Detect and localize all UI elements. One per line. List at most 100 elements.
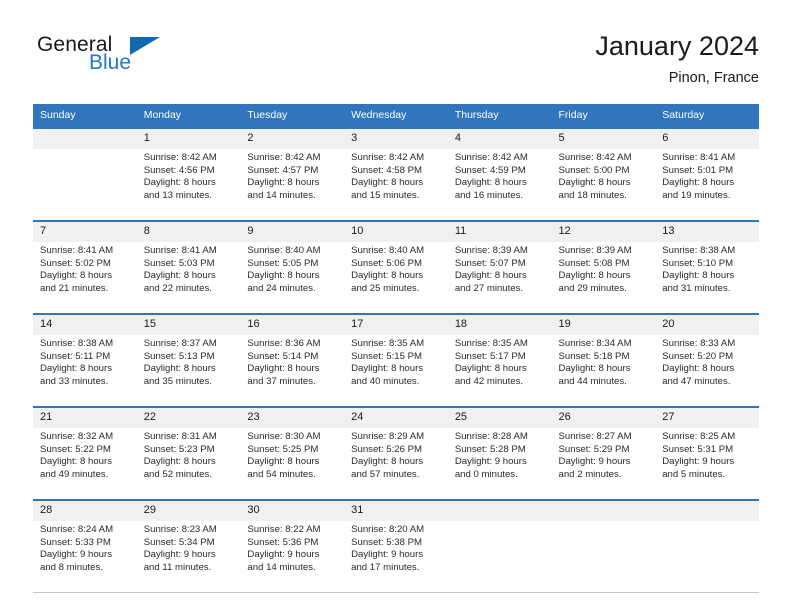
weekday-header-monday: Monday (136, 104, 241, 127)
day-cell-1: Sunrise: 8:42 AM Sunset: 4:56 PM Daylight:… (136, 149, 241, 220)
day-1-daylight2: and 13 minutes. (143, 189, 212, 201)
day-number-8[interactable]: 8 (136, 222, 241, 242)
day-25-daylight1: Daylight: 9 hours (454, 456, 527, 468)
day-2-daylight1: Daylight: 8 hours (247, 177, 320, 189)
day-number-10[interactable]: 10 (344, 222, 448, 242)
day-6-sunrise: Sunrise: 8:41 AM (662, 152, 736, 163)
day-7-daylight2: and 21 minutes. (40, 282, 109, 294)
day-number-22[interactable]: 22 (136, 408, 241, 428)
day-number-13[interactable]: 13 (655, 222, 759, 242)
day-number-20[interactable]: 20 (655, 315, 759, 335)
day-number-7[interactable]: 7 (33, 222, 137, 242)
day-number-11[interactable]: 11 (447, 222, 552, 242)
day-23-sunset: Sunset: 5:25 PM (247, 443, 319, 455)
weekday-header-friday: Friday (551, 104, 656, 127)
day-2-sunrise: Sunrise: 8:42 AM (247, 152, 321, 163)
day-number-1[interactable]: 1 (136, 129, 241, 149)
day-cell-29: Sunrise: 8:23 AM Sunset: 5:34 PM Daylight:… (136, 521, 241, 592)
day-5-sunset: Sunset: 5:00 PM (558, 164, 630, 176)
day-number-14[interactable]: 14 (33, 315, 137, 335)
day-number-15[interactable]: 15 (136, 315, 241, 335)
day-cell-19: Sunrise: 8:34 AM Sunset: 5:18 PM Daylight:… (551, 335, 656, 406)
day-12-sunset: Sunset: 5:08 PM (558, 257, 630, 269)
day-28-sunrise: Sunrise: 8:24 AM (40, 524, 114, 535)
day-6-daylight2: and 19 minutes. (662, 189, 731, 201)
day-number-30[interactable]: 30 (240, 501, 345, 521)
day-cell-15: Sunrise: 8:37 AM Sunset: 5:13 PM Daylight:… (136, 335, 241, 406)
day-cell-22: Sunrise: 8:31 AM Sunset: 5:23 PM Daylight:… (136, 428, 241, 499)
page-header: General Blue January 2024 Pinon, France (33, 30, 759, 98)
day-number-3[interactable]: 3 (344, 129, 448, 149)
calendar-bottom-border (33, 592, 759, 593)
brand-logo[interactable]: General Blue (33, 34, 263, 94)
day-27-daylight1: Daylight: 9 hours (662, 456, 735, 468)
day-21-daylight1: Daylight: 8 hours (40, 456, 112, 468)
day-17-sunrise: Sunrise: 8:35 AM (351, 338, 425, 349)
day-number-21[interactable]: 21 (33, 408, 137, 428)
day-20-sunrise: Sunrise: 8:33 AM (662, 338, 736, 349)
day-number-28[interactable]: 28 (33, 501, 137, 521)
day-number-9[interactable]: 9 (240, 222, 345, 242)
day-number-24[interactable]: 24 (344, 408, 448, 428)
calendar-bottom-border-bar (33, 592, 759, 593)
day-info-row: Sunrise: 8:32 AM Sunset: 5:22 PM Daylight:… (33, 428, 759, 499)
day-number-19[interactable]: 19 (551, 315, 656, 335)
day-27-sunrise: Sunrise: 8:25 AM (662, 431, 736, 442)
day-number-17[interactable]: 17 (344, 315, 448, 335)
day-3-sunrise: Sunrise: 8:42 AM (351, 152, 425, 163)
day-13-daylight1: Daylight: 8 hours (662, 270, 735, 282)
day-number-2[interactable]: 2 (240, 129, 345, 149)
day-number-27[interactable]: 27 (655, 408, 759, 428)
day-number-empty (447, 501, 552, 521)
day-29-daylight2: and 11 minutes. (143, 561, 212, 573)
day-14-sunset: Sunset: 5:11 PM (40, 350, 111, 362)
day-12-daylight2: and 29 minutes. (558, 282, 627, 294)
day-number-31[interactable]: 31 (344, 501, 448, 521)
day-27-sunset: Sunset: 5:31 PM (662, 443, 734, 455)
day-6-sunset: Sunset: 5:01 PM (662, 164, 734, 176)
day-14-daylight1: Daylight: 8 hours (40, 363, 112, 375)
day-11-daylight1: Daylight: 8 hours (454, 270, 527, 282)
day-number-25[interactable]: 25 (447, 408, 552, 428)
day-15-sunrise: Sunrise: 8:37 AM (143, 338, 217, 349)
day-number-29[interactable]: 29 (136, 501, 241, 521)
day-cell-20: Sunrise: 8:33 AM Sunset: 5:20 PM Daylight:… (655, 335, 759, 406)
day-11-daylight2: and 27 minutes. (454, 282, 524, 294)
day-28-sunset: Sunset: 5:33 PM (40, 536, 111, 548)
day-cell-13: Sunrise: 8:38 AM Sunset: 5:10 PM Daylight:… (655, 242, 759, 313)
day-cell-31: Sunrise: 8:20 AM Sunset: 5:38 PM Daylight:… (344, 521, 448, 592)
day-11-sunset: Sunset: 5:07 PM (454, 257, 526, 269)
day-10-daylight1: Daylight: 8 hours (351, 270, 424, 282)
day-30-sunrise: Sunrise: 8:22 AM (247, 524, 321, 535)
day-number-16[interactable]: 16 (240, 315, 345, 335)
day-cell-5: Sunrise: 8:42 AM Sunset: 5:00 PM Daylight:… (551, 149, 656, 220)
day-8-sunset: Sunset: 5:03 PM (143, 257, 215, 269)
day-number-26[interactable]: 26 (551, 408, 656, 428)
day-17-sunset: Sunset: 5:15 PM (351, 350, 423, 362)
day-cell-28: Sunrise: 8:24 AM Sunset: 5:33 PM Daylight:… (33, 521, 137, 592)
day-number-6[interactable]: 6 (655, 129, 759, 149)
day-17-daylight2: and 40 minutes. (351, 375, 420, 387)
day-10-sunset: Sunset: 5:06 PM (351, 257, 423, 269)
day-6-daylight1: Daylight: 8 hours (662, 177, 735, 189)
day-25-sunset: Sunset: 5:28 PM (454, 443, 526, 455)
day-19-sunset: Sunset: 5:18 PM (558, 350, 630, 362)
day-29-sunset: Sunset: 5:34 PM (143, 536, 215, 548)
title-block: January 2024 Pinon, France (595, 30, 759, 88)
day-number-empty (551, 501, 656, 521)
day-number-18[interactable]: 18 (447, 315, 552, 335)
day-cell-10: Sunrise: 8:40 AM Sunset: 5:06 PM Daylight:… (344, 242, 448, 313)
day-30-sunset: Sunset: 5:36 PM (247, 536, 319, 548)
day-20-sunset: Sunset: 5:20 PM (662, 350, 734, 362)
day-info-row: Sunrise: 8:38 AM Sunset: 5:11 PM Daylight:… (33, 335, 759, 406)
day-number-4[interactable]: 4 (447, 129, 552, 149)
day-number-12[interactable]: 12 (551, 222, 656, 242)
day-number-23[interactable]: 23 (240, 408, 345, 428)
day-31-sunrise: Sunrise: 8:20 AM (351, 524, 425, 535)
day-number-row: 14 15 16 17 18 19 20 (33, 315, 759, 335)
calendar-body: 1 2 3 4 5 6 Sunrise: 8:42 AM Sunset: 4:56 PM Day… (33, 127, 759, 593)
day-19-daylight2: and 44 minutes. (558, 375, 627, 387)
day-number-5[interactable]: 5 (551, 129, 656, 149)
day-info-row: Sunrise: 8:42 AM Sunset: 4:56 PM Daylight:… (33, 149, 759, 220)
day-15-sunset: Sunset: 5:13 PM (143, 350, 215, 362)
